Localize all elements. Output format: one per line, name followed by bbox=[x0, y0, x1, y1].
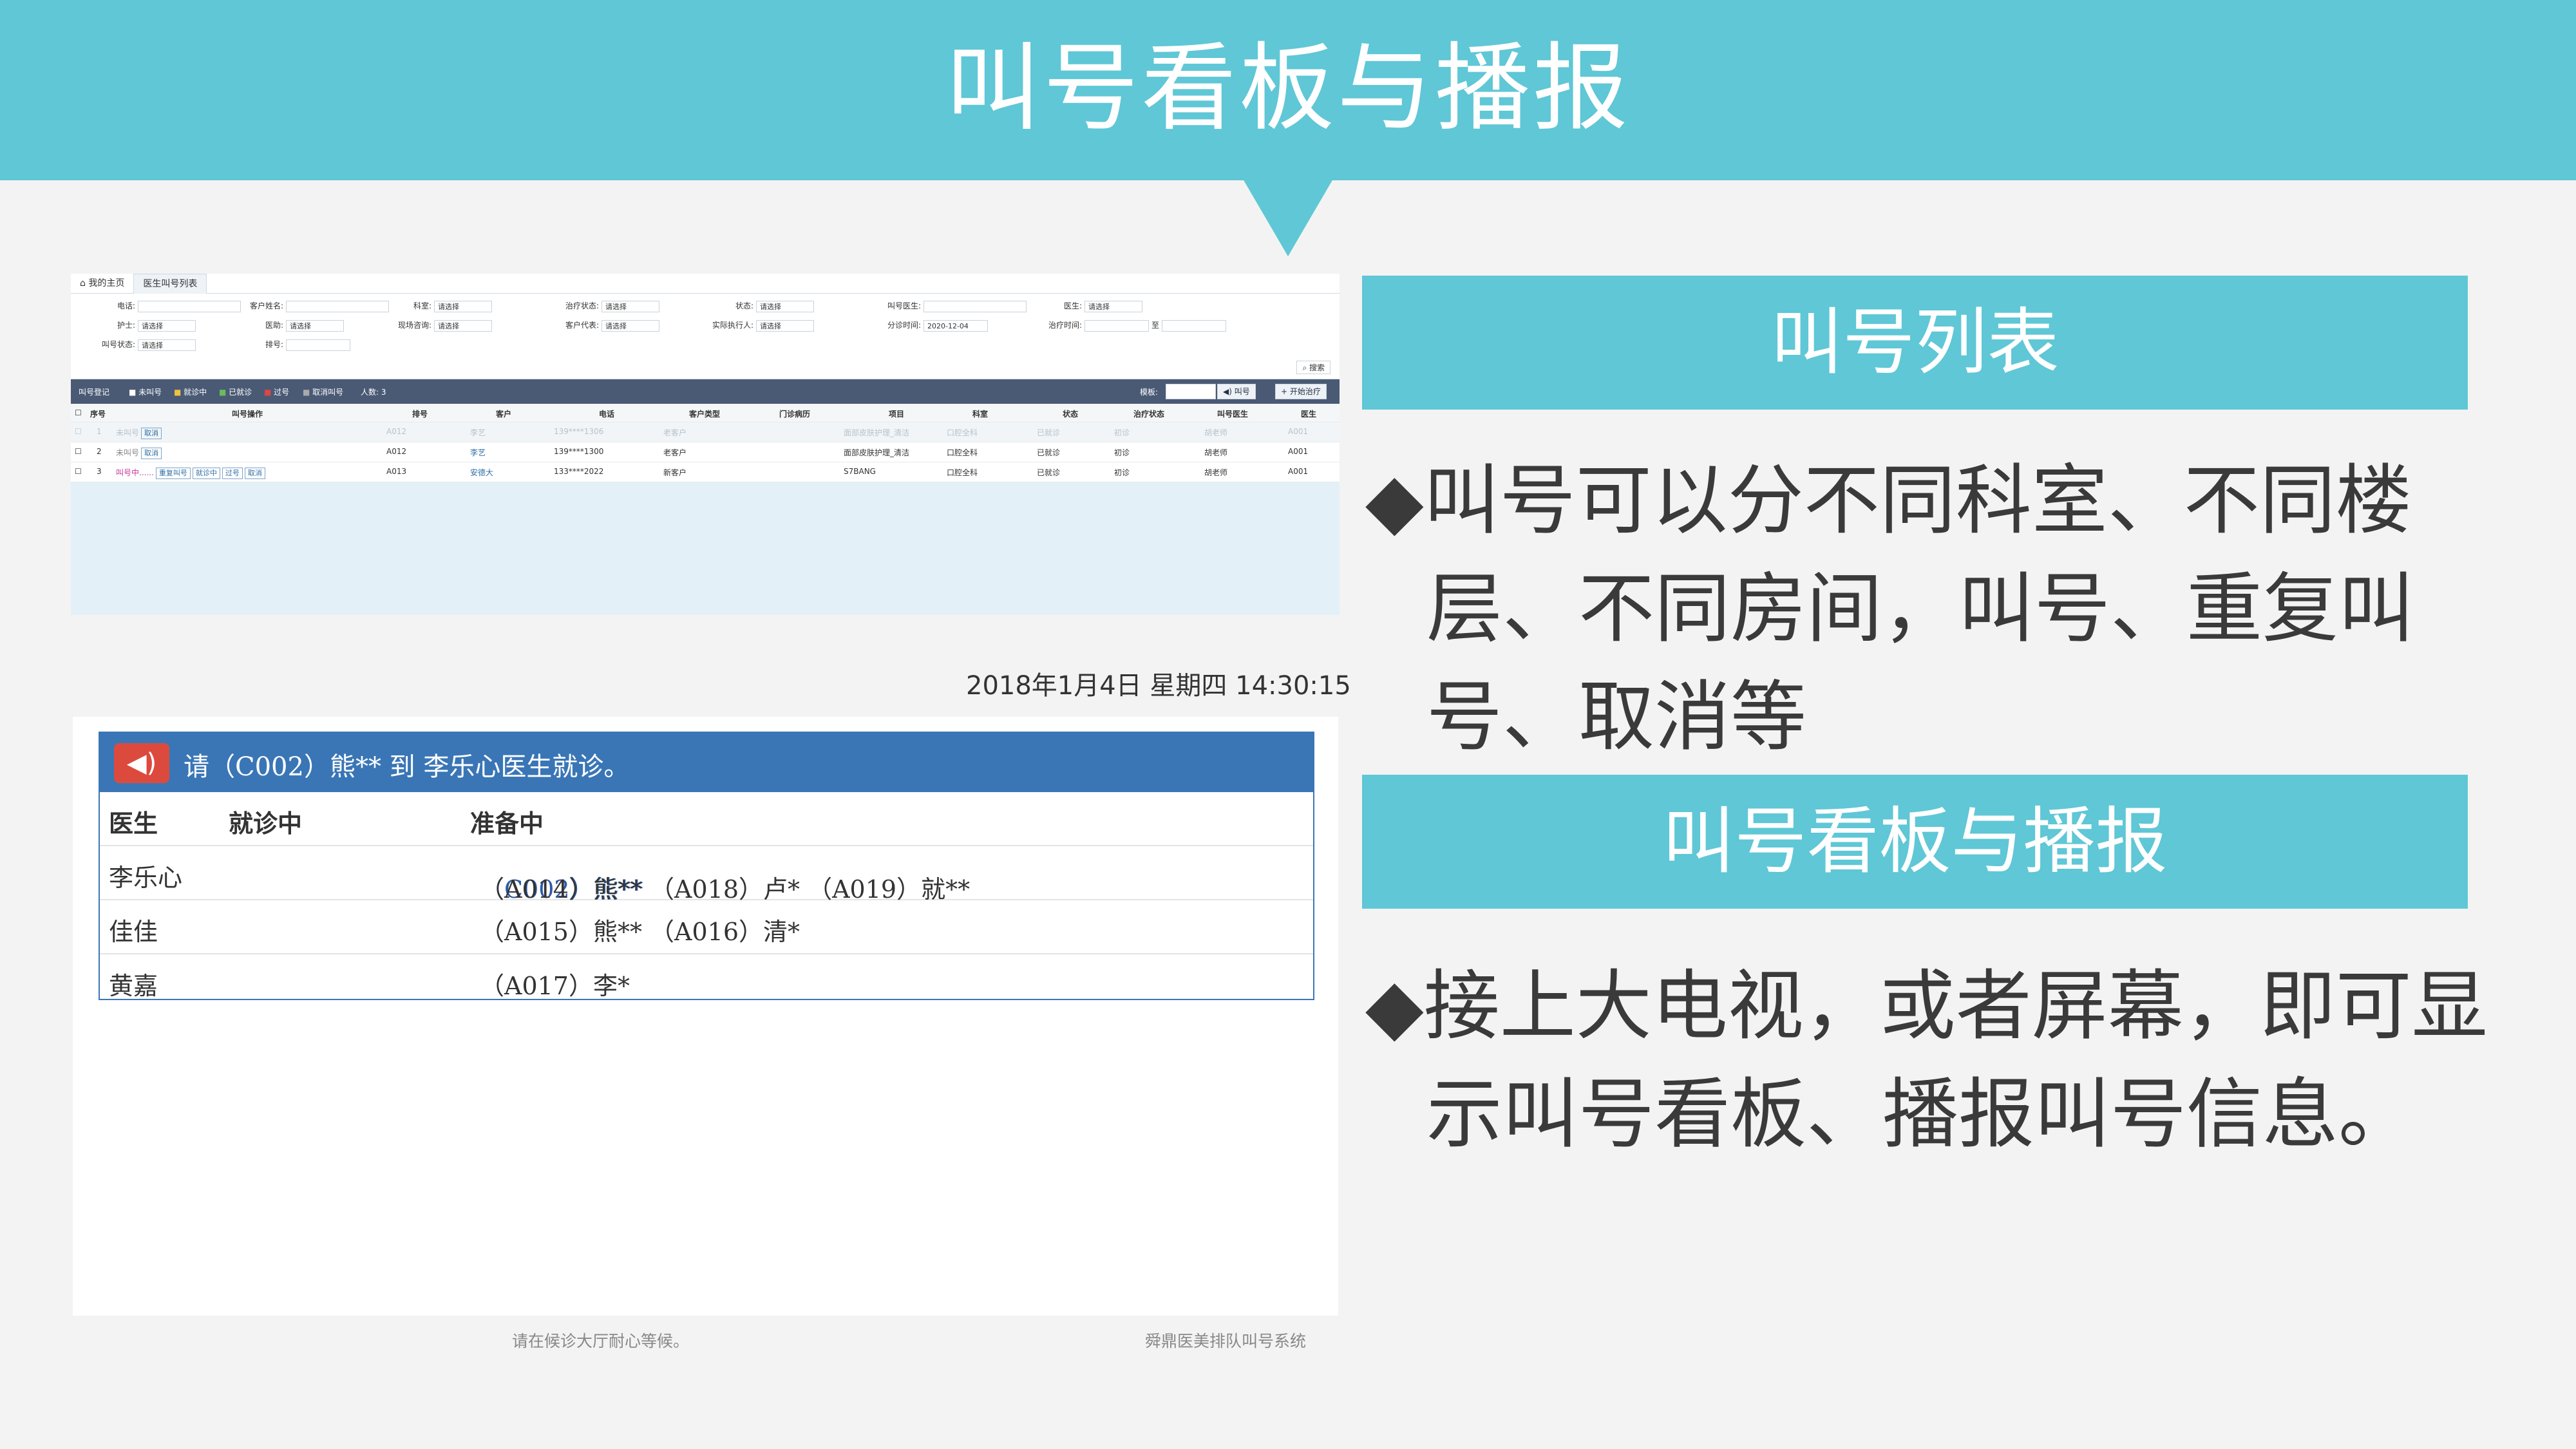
speaker-icon: ◀) bbox=[1223, 387, 1235, 396]
bullet-call-list: ◆叫号可以分不同科室、不同楼 层、不同房间，叫号、重复叫 号、取消等 bbox=[1365, 456, 2415, 761]
list-toolbar: 叫号登记 ■ 未叫号 ■ 就诊中 ■ 已就诊 ■ 过号 ■ 取消叫号 人数: 3… bbox=[71, 379, 1340, 404]
start-treat-button[interactable]: + 开始治疗 bbox=[1275, 384, 1327, 399]
consultant-select[interactable]: 请选择 bbox=[286, 319, 344, 332]
table-row[interactable]: ☐ 1 未叫号 取消 A012 李艺 139****1306 老客户 面部皮肤护理… bbox=[71, 422, 1340, 442]
search-button[interactable]: ⌕ 搜索 bbox=[1296, 361, 1331, 374]
register-link[interactable]: 叫号登记 bbox=[79, 386, 109, 397]
customer-rep-select[interactable]: 请选择 bbox=[601, 319, 659, 332]
row-checkbox[interactable]: ☐ bbox=[75, 467, 82, 476]
treat-status-select[interactable]: 请选择 bbox=[601, 300, 659, 312]
current-consultant-select[interactable]: 请选择 bbox=[434, 319, 492, 332]
legend-cancelled: ■ 取消叫号 bbox=[303, 388, 344, 397]
caller-doctor-input[interactable] bbox=[923, 300, 1027, 312]
repeat-call-button[interactable]: 重复叫号 bbox=[155, 468, 191, 479]
call-status-select[interactable]: 请选择 bbox=[138, 339, 196, 351]
call-banner: ◀) 请（C002）熊** 到 李乐心医生就诊。 bbox=[100, 733, 1313, 792]
treat-time-start[interactable] bbox=[1084, 319, 1149, 332]
banner-pointer bbox=[1243, 179, 1333, 256]
call-button[interactable]: ◀) 叫号 bbox=[1217, 384, 1256, 399]
in-visit-button[interactable]: 就诊中 bbox=[192, 468, 220, 479]
section-title-call-list: 叫号列表 bbox=[1362, 276, 2468, 410]
tab-bar: ⌂ 我的主页 医生叫号列表 bbox=[71, 273, 1340, 294]
legend-passed: ■ 过号 bbox=[264, 388, 290, 397]
legend-visited: ■ 已就诊 bbox=[219, 388, 252, 397]
cancel-button[interactable]: 取消 bbox=[244, 468, 265, 479]
board-row: 黄嘉 （A017）李* bbox=[109, 972, 630, 1000]
board-footer-right: 舜鼎医美排队叫号系统 bbox=[1145, 1332, 1307, 1350]
legend-not-called: ■ 未叫号 bbox=[129, 388, 162, 397]
status-select[interactable]: 请选择 bbox=[756, 300, 814, 312]
call-message: 请（C002）熊** 到 李乐心医生就诊。 bbox=[184, 752, 630, 782]
doctor-select[interactable]: 请选择 bbox=[1084, 300, 1142, 312]
customer-name-input[interactable] bbox=[286, 300, 389, 312]
count-label: 人数: 3 bbox=[361, 388, 386, 397]
tab-home[interactable]: ⌂ 我的主页 bbox=[71, 274, 133, 293]
legend-in-visit: ■ 就诊中 bbox=[174, 388, 207, 397]
tab-doctor-call-list[interactable]: 医生叫号列表 bbox=[133, 273, 207, 294]
call-list-table: ☐ 序号 叫号操作 排号 客户 电话 客户类型 门诊病历 项目 科室 状态 治疗… bbox=[71, 404, 1340, 482]
board-footer-left: 请在候诊大厅耐心等候。 bbox=[512, 1332, 690, 1350]
call-board-screenshot: ◀) 请（C002）熊** 到 李乐心医生就诊。 医生 就诊中 准备中 李乐心 … bbox=[73, 717, 1338, 1316]
pass-button[interactable]: 过号 bbox=[222, 468, 243, 479]
board-datetime: 2018年1月4日 星期四 14:30:15 bbox=[966, 671, 1351, 701]
board-row: 佳佳 （A015）熊** （A016）清* bbox=[100, 900, 1313, 954]
template-label: 模板: bbox=[1140, 388, 1159, 397]
bullet-call-board: ◆接上大电视，或者屏幕，即可显 示叫号看板、播报叫号信息。 bbox=[1365, 961, 2488, 1159]
search-icon: ⌕ bbox=[1302, 363, 1309, 372]
department-select[interactable]: 请选择 bbox=[434, 300, 492, 312]
table-row[interactable]: ☐ 2 未叫号 取消 A012 李艺 139****1300 老客户 面部皮肤护理… bbox=[71, 442, 1340, 462]
row-checkbox[interactable]: ☐ bbox=[75, 447, 82, 456]
row-checkbox[interactable]: ☐ bbox=[75, 427, 82, 436]
section-title-call-board: 叫号看板与播报 bbox=[1362, 775, 2468, 909]
call-board-panel: ◀) 请（C002）熊** 到 李乐心医生就诊。 医生 就诊中 准备中 李乐心 … bbox=[99, 732, 1314, 1000]
speaker-icon: ◀) bbox=[114, 743, 169, 783]
phone-input[interactable] bbox=[138, 300, 241, 312]
queue-no-input[interactable] bbox=[286, 339, 350, 351]
call-list-screenshot: ⌂ 我的主页 医生叫号列表 电话: 客户姓名: 科室: 请选择 治疗状态: 请选择 … bbox=[71, 273, 1340, 615]
template-input[interactable] bbox=[1166, 384, 1216, 399]
home-icon: ⌂ bbox=[80, 278, 89, 289]
title-banner: 叫号看板与播报 bbox=[0, 0, 2576, 180]
board-header-row: 医生 就诊中 准备中 bbox=[100, 792, 1313, 846]
nurse-select[interactable]: 请选择 bbox=[138, 319, 196, 332]
table-header: ☐ 序号 叫号操作 排号 客户 电话 客户类型 门诊病历 项目 科室 状态 治疗… bbox=[71, 404, 1340, 422]
filter-panel: 电话: 客户姓名: 科室: 请选择 治疗状态: 请选择 状态: 请选择 叫号医生: 医… bbox=[71, 294, 1340, 379]
slide-title: 叫号看板与播报 bbox=[945, 33, 1631, 144]
cancel-button[interactable]: 取消 bbox=[141, 428, 162, 439]
table-row[interactable]: ☐ 3 叫号中...... 重复叫号 就诊中 过号 取消 A013 安德大 133***… bbox=[71, 462, 1340, 482]
treat-time-end[interactable] bbox=[1162, 319, 1227, 332]
executor-select[interactable]: 请选择 bbox=[756, 319, 814, 332]
cancel-button[interactable]: 取消 bbox=[141, 448, 162, 459]
triage-time-input[interactable]: 2020-12-04 bbox=[923, 319, 988, 332]
board-row: 李乐心 （C002）熊** （A014）熊** （A018）卢* （A019）就*… bbox=[100, 846, 1313, 904]
